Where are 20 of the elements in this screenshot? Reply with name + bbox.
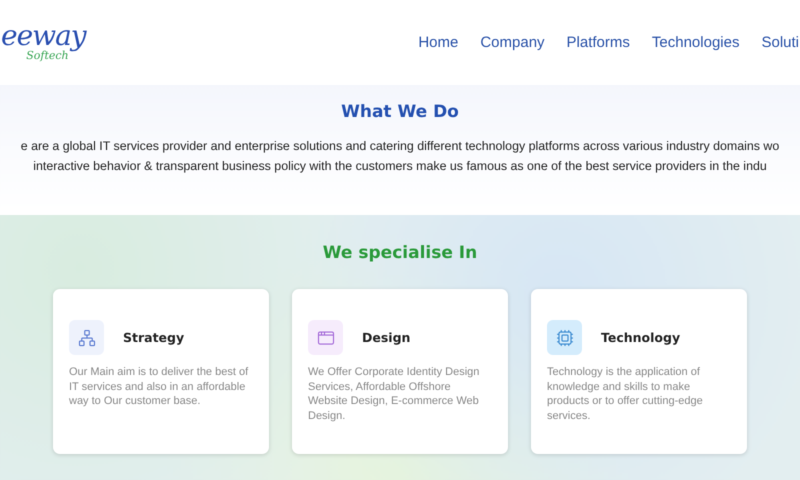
- nav-link[interactable]: Home: [418, 34, 458, 51]
- card-text: Technology is the application of knowledge and skills to make products or to offer cutting-edge services.: [547, 365, 704, 423]
- nav-link[interactable]: Platforms: [566, 34, 630, 51]
- logo-tagline: Softech: [26, 48, 69, 62]
- network-icon: [69, 320, 104, 355]
- card-title: Strategy: [123, 330, 184, 345]
- section-title: What We Do: [341, 102, 459, 122]
- browser-window-icon: [308, 320, 343, 355]
- logo-wordmark: eeway: [1, 23, 88, 49]
- chip-icon: [547, 320, 582, 355]
- card-title: Design: [362, 330, 410, 345]
- card-text: Our Main aim is to deliver the best of IT services and also in an affordable way to Our customer base.: [69, 365, 250, 408]
- nav-link[interactable]: Company: [480, 34, 545, 51]
- section-title: We specialise In: [322, 243, 478, 263]
- card-text: We Offer Corporate Identity Design Services, Affordable Offshore Website Design, E-commerce Web Design.: [308, 365, 480, 423]
- nav-link[interactable]: Technologies: [652, 34, 740, 51]
- intro-text-line: e are a global IT services provider and enterprise solutions and catering different technology platforms across various industry domains wo: [20, 138, 780, 155]
- nav-link[interactable]: Soluti: [761, 34, 799, 51]
- intro-text-line: interactive behavior & transparent business policy with the customers make us famous as one of the best service providers in the indu: [33, 158, 767, 175]
- card-title: Technology: [601, 330, 680, 345]
